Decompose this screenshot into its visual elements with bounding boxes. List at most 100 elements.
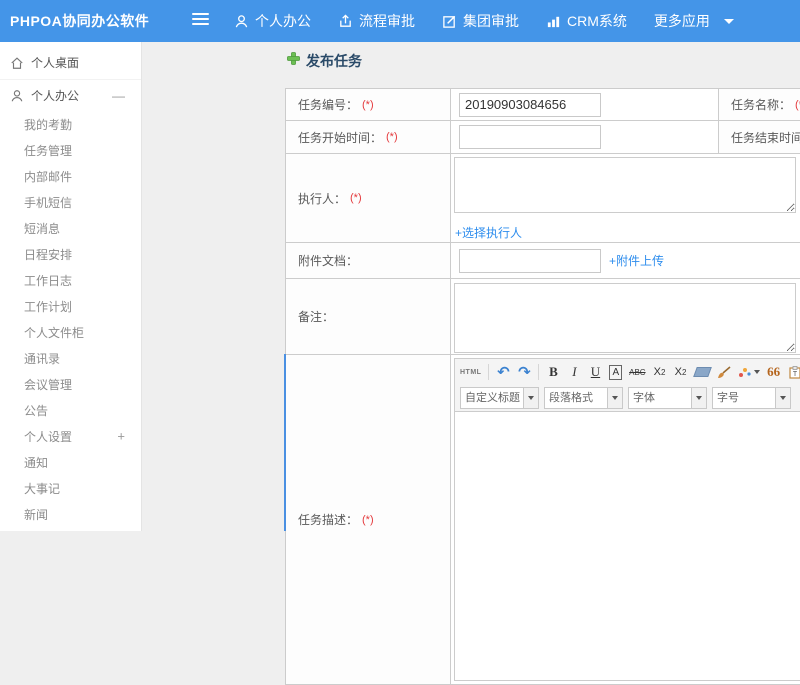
edit-icon — [442, 14, 457, 29]
nav-label: 个人办公 — [255, 13, 311, 29]
hamburger-menu-icon[interactable] — [192, 13, 209, 28]
start-time-cell — [451, 121, 719, 154]
blockquote-button[interactable]: 66 — [767, 363, 781, 381]
task-number-input[interactable] — [459, 92, 601, 117]
toolbar-divider — [538, 364, 540, 380]
sidebar-item-internal-mail[interactable]: 内部邮件 — [0, 163, 141, 189]
row-focus-indicator — [284, 354, 286, 531]
nav-personal-office[interactable]: 个人办公 — [234, 11, 311, 31]
nav-process-approval[interactable]: 流程审批 — [338, 11, 415, 31]
executor-textarea[interactable] — [454, 157, 796, 213]
sidebar-item-work-plan[interactable]: 工作计划 — [0, 293, 141, 319]
nav-label: 集团审批 — [463, 13, 519, 29]
sidebar-item-task-management[interactable]: 任务管理 — [0, 137, 141, 163]
sidebar-item-label: 手机短信 — [24, 195, 73, 210]
add-plus-icon — [287, 52, 300, 70]
attachment-label: 附件文档： — [286, 243, 451, 279]
collapse-icon[interactable]: — — [112, 89, 125, 102]
sidebar-item-contacts[interactable]: 通讯录 — [0, 345, 141, 371]
required-mark: (*) — [386, 131, 398, 143]
home-icon — [10, 56, 24, 70]
superscript-button[interactable]: X2 — [653, 363, 667, 381]
task-number-label: 任务编号： (*) — [286, 89, 451, 121]
sidebar-item-schedule[interactable]: 日程安排 — [0, 241, 141, 267]
bar-chart-icon — [546, 14, 561, 29]
required-mark: (*) — [795, 98, 800, 111]
remark-textarea[interactable] — [454, 283, 796, 353]
attachment-cell: +附件上传 — [451, 243, 800, 279]
editor-content-area[interactable] — [455, 411, 800, 680]
spray-color-icon[interactable] — [738, 363, 760, 381]
strikethrough-button[interactable]: ABC — [629, 363, 645, 381]
sidebar-item-notice[interactable]: 通知 — [0, 449, 141, 475]
eraser-icon[interactable] — [692, 363, 712, 381]
executor-cell: +选择执行人 提醒执行人： 短消息提示 — [451, 154, 800, 263]
sidebar-item-personal-settings[interactable]: 个人设置 + — [0, 423, 141, 449]
attachment-input[interactable] — [459, 248, 601, 273]
sidebar: 个人桌面 个人办公 — 我的考勤 任务管理 内部邮件 手机短信 短消息 日程安排… — [0, 42, 142, 531]
attachment-upload-link[interactable]: +附件上传 — [609, 252, 664, 269]
underline-button[interactable]: U — [588, 363, 602, 381]
sidebar-item-label: 工作日志 — [24, 273, 73, 288]
sidebar-item-label: 日程安排 — [24, 247, 73, 262]
format-brush-icon[interactable] — [717, 363, 731, 381]
user-icon — [234, 14, 249, 29]
nav-label: 更多应用 — [653, 13, 710, 29]
sidebar-item-news[interactable]: 新闻 — [0, 501, 141, 527]
sidebar-item-personal-cabinet[interactable]: 个人文件柜 — [0, 319, 141, 345]
sidebar-item-personal-desktop[interactable]: 个人桌面 — [0, 46, 141, 80]
remark-label: 备注： — [286, 279, 451, 355]
top-bar: PHPOA协同办公软件 个人办公 流程审批 集团审批 CRM系统 更多应用 — [0, 0, 800, 42]
sidebar-menu: 个人桌面 个人办公 — 我的考勤 任务管理 内部邮件 手机短信 短消息 日程安排… — [0, 42, 141, 527]
nav-more-apps[interactable]: 更多应用 — [654, 11, 734, 31]
sidebar-item-label: 个人文件柜 — [24, 325, 85, 340]
app-logo[interactable]: PHPOA协同办公软件 — [10, 0, 149, 42]
process-icon — [338, 13, 353, 29]
sidebar-item-short-message[interactable]: 短消息 — [0, 215, 141, 241]
start-time-label: 任务开始时间： (*) — [286, 121, 451, 154]
sidebar-item-label: 个人设置 — [24, 429, 73, 444]
sidebar-item-label: 个人办公 — [31, 89, 80, 103]
page-title: 发布任务 — [306, 53, 362, 69]
sidebar-item-label: 通知 — [24, 455, 49, 470]
choose-executor-link[interactable]: +选择执行人 — [455, 226, 522, 240]
paste-clipboard-icon[interactable]: T — [788, 363, 800, 381]
sidebar-item-work-log[interactable]: 工作日志 — [0, 267, 141, 293]
phpoa-app: { "topbar": { "logo": "PHPOA协同办公软件", "na… — [0, 0, 800, 685]
html-source-button[interactable]: HTML — [460, 363, 481, 381]
nav-label: 流程审批 — [359, 13, 415, 29]
font-family-dropdown[interactable]: 字体 — [628, 387, 707, 409]
paragraph-format-dropdown[interactable]: 段落格式 — [544, 387, 623, 409]
custom-title-dropdown[interactable]: 自定义标题 — [460, 387, 539, 409]
sidebar-item-personal-office[interactable]: 个人办公 — — [0, 80, 141, 111]
page-header: 发布任务 — [287, 51, 362, 71]
sidebar-item-announcement[interactable]: 公告 — [0, 397, 141, 423]
char-style-button[interactable]: A — [609, 364, 623, 380]
sidebar-item-memorabilia[interactable]: 大事记 — [0, 475, 141, 501]
sidebar-item-label: 通讯录 — [24, 351, 61, 366]
start-time-input[interactable] — [459, 125, 601, 149]
end-time-label: 任务结束时间： (*) — [719, 121, 800, 154]
expand-icon[interactable]: + — [117, 430, 125, 443]
editor-toolbar-row-2: 自定义标题 段落格式 字体 字号 — [455, 385, 800, 411]
rich-text-editor: HTML ↶ ↷ B I U A ABC X2 X2 66 T 自定义标题 段落… — [454, 358, 800, 681]
sidebar-item-label: 个人桌面 — [31, 56, 80, 70]
executor-label: 执行人： (*) — [286, 154, 451, 243]
nav-group-approval[interactable]: 集团审批 — [442, 11, 519, 31]
top-navigation: 个人办公 流程审批 集团审批 CRM系统 更多应用 — [234, 0, 734, 42]
redo-icon[interactable]: ↷ — [517, 363, 531, 381]
sidebar-item-label: 公告 — [24, 403, 49, 418]
bold-button[interactable]: B — [546, 363, 560, 381]
caret-down-icon — [523, 388, 538, 408]
sidebar-item-my-attendance[interactable]: 我的考勤 — [0, 111, 141, 137]
undo-icon[interactable]: ↶ — [496, 363, 510, 381]
sidebar-item-meeting-management[interactable]: 会议管理 — [0, 371, 141, 397]
nav-crm-system[interactable]: CRM系统 — [546, 11, 627, 31]
sidebar-item-label: 我的考勤 — [24, 117, 73, 132]
sidebar-item-label: 短消息 — [24, 221, 61, 236]
sidebar-item-mobile-sms[interactable]: 手机短信 — [0, 189, 141, 215]
font-size-dropdown[interactable]: 字号 — [712, 387, 791, 409]
caret-down-icon — [607, 388, 622, 408]
subscript-button[interactable]: X2 — [674, 363, 688, 381]
italic-button[interactable]: I — [567, 363, 581, 381]
